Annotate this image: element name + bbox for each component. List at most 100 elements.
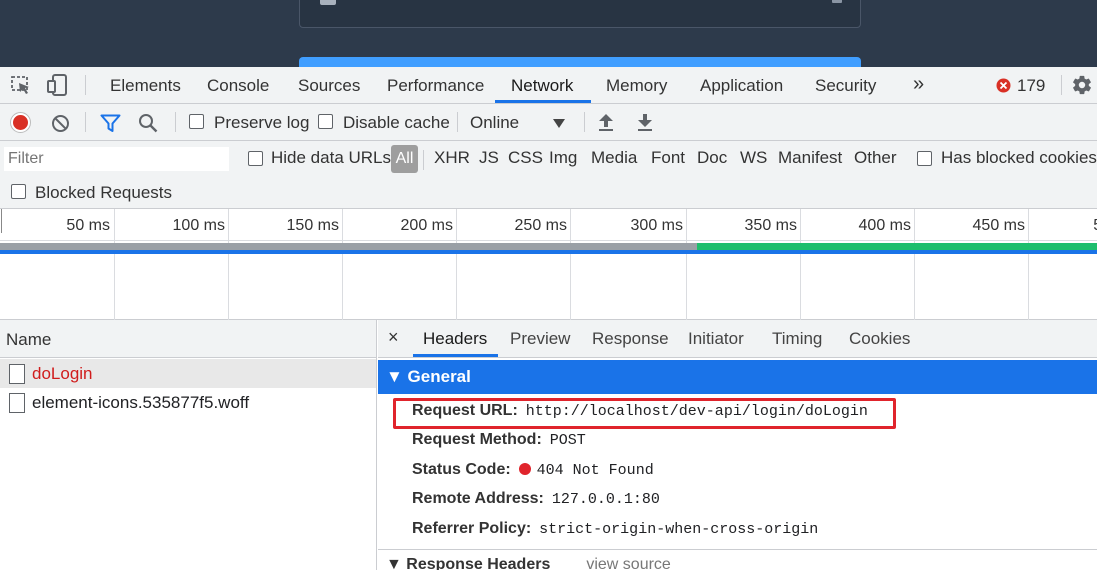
timeline-tick-label: 50 ms: [66, 217, 110, 234]
blocked-requests-checkbox[interactable]: [11, 184, 26, 199]
tab-headers[interactable]: Headers: [423, 320, 487, 357]
tab-security[interactable]: Security: [815, 67, 876, 103]
timeline-gridline: [914, 209, 915, 320]
tab-elements[interactable]: Elements: [110, 67, 181, 103]
status-code-row: Status Code: 404 Not Found: [412, 461, 654, 479]
request-list: Name doLogin element-icons.535877f5.woff: [0, 320, 377, 570]
type-filter-img[interactable]: Img: [549, 148, 577, 168]
timeline-tick-label: 50: [1007, 217, 1097, 235]
timeline-gridline: [456, 209, 457, 320]
type-filter-other[interactable]: Other: [854, 148, 897, 168]
status-code-key: Status Code:: [412, 461, 511, 478]
network-overview-timeline[interactable]: 50 ms 100 ms 150 ms 200 ms 250 ms 300 ms…: [0, 209, 1097, 320]
disable-cache-checkbox[interactable]: [318, 114, 333, 129]
timeline-tick-label: 350 ms: [744, 217, 797, 234]
view-source-link[interactable]: view source: [586, 556, 670, 570]
request-url-value: http://localhost/dev-api/login/doLogin: [525, 403, 868, 420]
dropdown-arrow-icon: [553, 119, 565, 128]
status-error-dot-icon: [518, 463, 531, 475]
details-tab-bar: × Headers Preview Response Initiator Tim…: [378, 320, 1097, 358]
timeline-gridline: [686, 209, 687, 320]
eye-icon[interactable]: [832, 0, 842, 3]
timeline-gridline: [114, 209, 115, 320]
name-column-header[interactable]: Name: [0, 320, 376, 358]
blocked-requests-label: Blocked Requests: [35, 183, 173, 202]
type-filter-doc[interactable]: Doc: [697, 148, 727, 168]
timeline-domcontent-line: [0, 250, 1097, 254]
input-icon: [320, 0, 336, 5]
disable-cache-label: Disable cache: [343, 113, 450, 132]
tab-sources[interactable]: Sources: [298, 67, 360, 103]
hide-data-urls-label: Hide data URLs: [271, 148, 392, 167]
request-method-key: Request Method:: [412, 431, 542, 448]
filter-funnel-icon[interactable]: [100, 114, 121, 133]
separator: [85, 75, 86, 95]
filter-input[interactable]: [4, 147, 229, 171]
more-tabs-button[interactable]: »: [913, 67, 924, 103]
timeline-download-bar: [697, 243, 1097, 250]
tab-initiator[interactable]: Initiator: [688, 320, 744, 357]
separator: [85, 112, 86, 132]
type-filter-media[interactable]: Media: [591, 148, 637, 168]
timeline-gridline: [228, 209, 229, 320]
remote-address-key: Remote Address:: [412, 490, 544, 507]
type-filter-js[interactable]: JS: [479, 148, 499, 168]
remote-address-value: 127.0.0.1:80: [551, 491, 660, 508]
request-details-panel: × Headers Preview Response Initiator Tim…: [378, 320, 1097, 570]
tab-preview[interactable]: Preview: [510, 320, 570, 357]
separator: [175, 112, 176, 132]
document-icon: [9, 364, 25, 384]
record-button-icon[interactable]: [10, 112, 31, 133]
tab-response[interactable]: Response: [592, 320, 669, 357]
timeline-gridline: [342, 209, 343, 320]
request-row[interactable]: element-icons.535877f5.woff: [0, 388, 376, 417]
tab-application[interactable]: Application: [700, 67, 783, 103]
settings-gear-icon[interactable]: [1071, 74, 1093, 96]
network-filter-bar: Hide data URLs All XHR JS CSS Img Media …: [0, 141, 1097, 209]
device-toolbar-icon[interactable]: [46, 74, 70, 96]
timeline-tick-label: 100 ms: [172, 217, 225, 234]
type-filter-manifest[interactable]: Manifest: [778, 148, 842, 168]
tab-timing[interactable]: Timing: [772, 320, 822, 357]
tab-cookies[interactable]: Cookies: [849, 320, 910, 357]
timeline-tick-label: 150 ms: [286, 217, 339, 234]
document-icon: [9, 393, 25, 413]
response-headers-title: ▼ Response Headers: [386, 556, 551, 570]
request-row[interactable]: doLogin: [0, 359, 376, 388]
tab-network[interactable]: Network: [511, 67, 573, 103]
timeline-waiting-bar: [0, 243, 697, 250]
section-divider: [378, 549, 1097, 550]
type-filter-ws[interactable]: WS: [740, 148, 767, 168]
status-code-value: 404 Not Found: [536, 462, 654, 479]
request-method-value: POST: [549, 432, 586, 449]
error-count: 179: [1017, 76, 1046, 95]
request-method-row: Request Method: POST: [412, 431, 586, 449]
timeline-tick-label: 300 ms: [630, 217, 683, 234]
type-filter-all[interactable]: All: [391, 145, 418, 173]
type-filter-font[interactable]: Font: [651, 148, 685, 168]
search-icon[interactable]: [138, 113, 158, 133]
active-tab-indicator: [495, 100, 591, 103]
close-details-button[interactable]: ×: [388, 327, 399, 348]
error-icon: [996, 78, 1011, 93]
type-filter-css[interactable]: CSS: [508, 148, 543, 168]
general-section-header[interactable]: ▼ General: [378, 360, 1097, 394]
inspect-element-icon[interactable]: [9, 74, 33, 96]
timeline-tick-label: 400 ms: [858, 217, 911, 234]
preserve-log-checkbox[interactable]: [189, 114, 204, 129]
timeline-tick-label: 200 ms: [400, 217, 453, 234]
throttling-select[interactable]: Online: [470, 110, 570, 136]
type-filter-xhr[interactable]: XHR: [434, 148, 470, 168]
response-headers-section[interactable]: ▼ Response Headers view source: [386, 556, 671, 570]
has-blocked-cookies-checkbox[interactable]: [917, 151, 932, 166]
separator: [457, 112, 458, 132]
tab-console[interactable]: Console: [207, 67, 269, 103]
clear-icon[interactable]: [51, 114, 70, 133]
page-input-field[interactable]: [299, 0, 861, 28]
tab-memory[interactable]: Memory: [606, 67, 667, 103]
hide-data-urls-checkbox[interactable]: [248, 151, 263, 166]
import-har-icon[interactable]: [598, 113, 614, 132]
devtools-tab-bar: Elements Console Sources Performance Net…: [0, 67, 1097, 104]
tab-performance[interactable]: Performance: [387, 67, 484, 103]
export-har-icon[interactable]: [637, 113, 653, 132]
